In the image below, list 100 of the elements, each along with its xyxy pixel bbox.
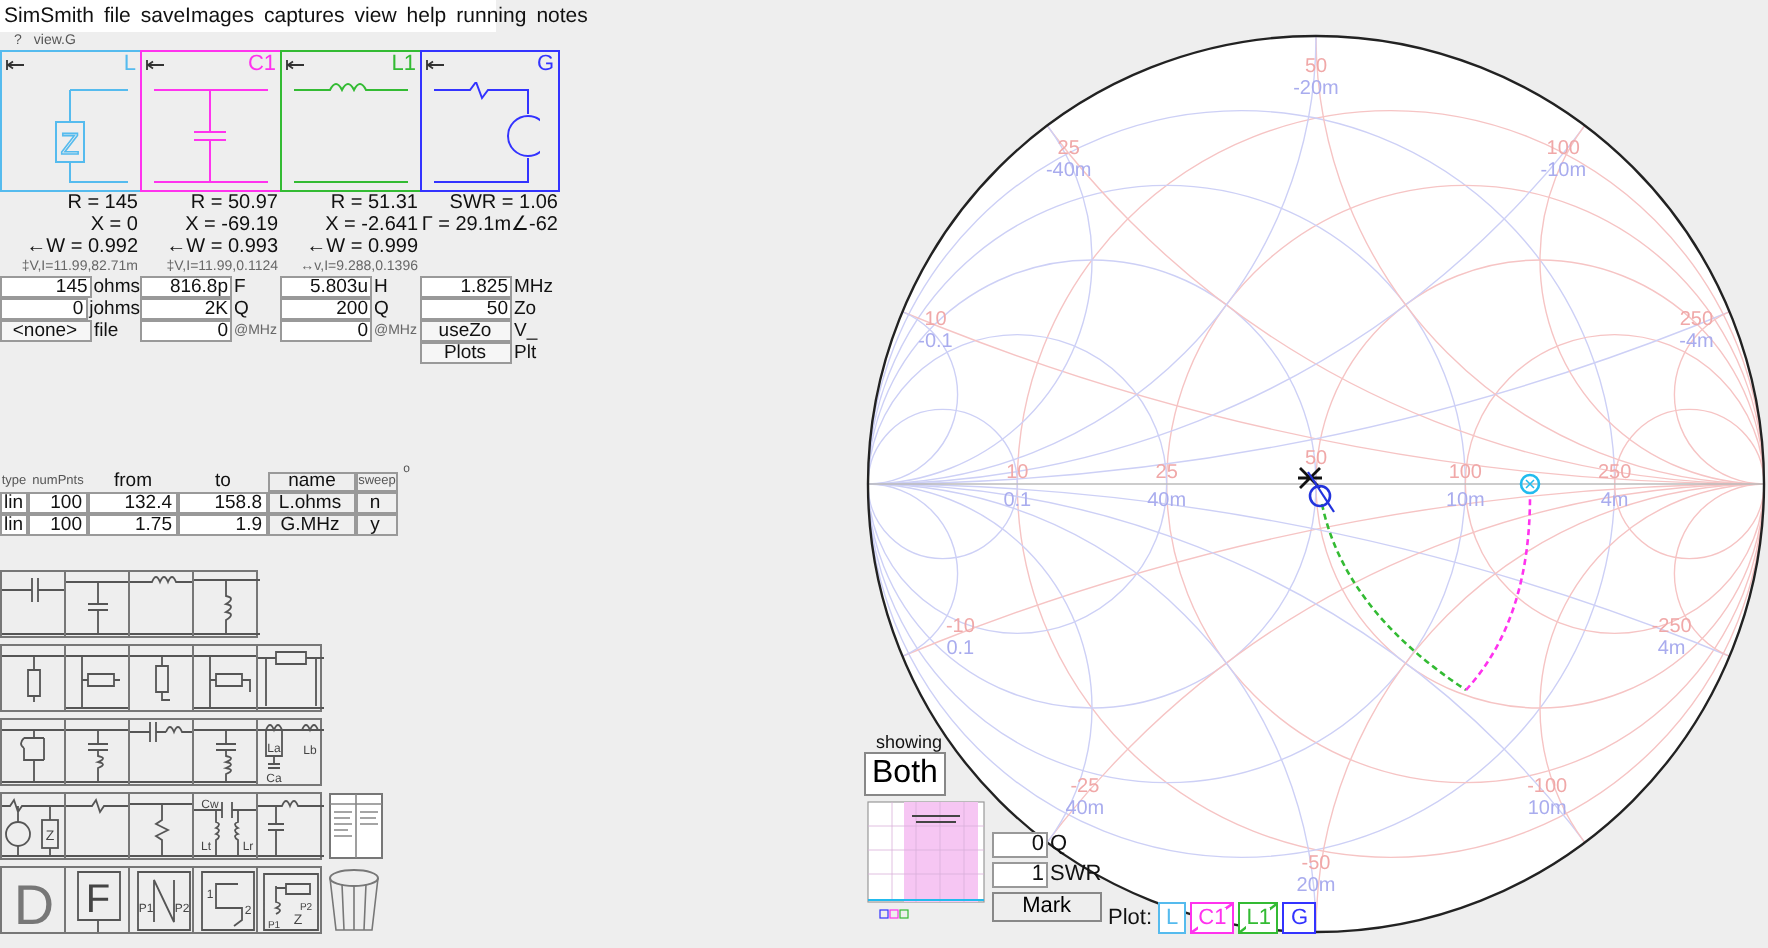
arrow-left-icon[interactable] bbox=[426, 59, 444, 69]
circuit-element-tile[interactable] bbox=[192, 570, 258, 638]
circuit-element-tile[interactable] bbox=[64, 792, 130, 860]
grid-label: -50 bbox=[1301, 853, 1331, 876]
readout-text: X = -69.19 bbox=[185, 214, 278, 236]
input-field[interactable]: 0 bbox=[0, 298, 88, 320]
grid-label: 10 bbox=[924, 309, 947, 332]
input-field[interactable]: 0 bbox=[140, 320, 232, 342]
grid-label: 0.1 bbox=[946, 638, 975, 661]
component-label: L bbox=[123, 52, 136, 76]
grid-label: -10m bbox=[1540, 160, 1587, 183]
grid-label: -25 bbox=[1070, 776, 1100, 799]
input-field[interactable]: 5.803u bbox=[280, 276, 372, 298]
input-field[interactable]: 145 bbox=[0, 276, 92, 298]
input-field[interactable]: 1.9 bbox=[178, 514, 268, 536]
menu-item[interactable]: view bbox=[354, 4, 397, 28]
input-field[interactable]: 1 bbox=[992, 862, 1048, 888]
circuit-element-tile[interactable] bbox=[128, 718, 194, 786]
showing-mode-button[interactable]: Both bbox=[864, 752, 946, 796]
input-field[interactable]: 132.4 bbox=[88, 492, 178, 514]
trash-icon[interactable] bbox=[328, 867, 380, 933]
arrow-left-icon[interactable] bbox=[146, 59, 164, 69]
unit-label: Zo bbox=[512, 298, 537, 320]
readout-text: R = 51.31 bbox=[330, 192, 418, 214]
menu-item[interactable]: captures bbox=[264, 4, 345, 28]
menu-item[interactable]: running bbox=[456, 4, 527, 28]
arrow-left-icon[interactable] bbox=[6, 59, 24, 69]
circuit-element-tile[interactable] bbox=[128, 644, 194, 712]
grid-label: 50 bbox=[1304, 55, 1328, 78]
circuit-element-tile[interactable] bbox=[256, 644, 322, 712]
readout-text: X = 0 bbox=[90, 214, 138, 236]
circuit-element-tile[interactable]: F bbox=[64, 866, 130, 934]
circuit-element-tile[interactable] bbox=[64, 570, 130, 638]
sweep-name-cell[interactable]: L.ohms bbox=[268, 492, 356, 514]
unit-label: ohms bbox=[91, 276, 140, 298]
circuit-element-tile[interactable] bbox=[128, 570, 194, 638]
component-panel[interactable]: G bbox=[420, 50, 560, 192]
circuit-element-tile[interactable] bbox=[64, 718, 130, 786]
input-field[interactable]: 50 bbox=[420, 298, 512, 320]
input-field[interactable]: lin bbox=[0, 514, 28, 536]
grid-label: 100 bbox=[1448, 462, 1482, 484]
column-header: from bbox=[112, 472, 154, 492]
grid-label: 250 bbox=[1598, 462, 1632, 484]
readout-text: Γ = 29.1m∠-62 bbox=[421, 214, 558, 236]
circuit-element-tile[interactable] bbox=[128, 792, 194, 860]
grid-label: 0.1 bbox=[1003, 490, 1032, 512]
circuit-element-tile[interactable] bbox=[192, 718, 258, 786]
mark-button[interactable]: Mark bbox=[992, 892, 1102, 922]
plot-label: Plot: bbox=[1108, 906, 1153, 930]
field-button[interactable]: <none> bbox=[0, 320, 92, 342]
input-field[interactable]: 200 bbox=[280, 298, 372, 320]
input-field[interactable]: 0 bbox=[992, 832, 1048, 858]
cross-marker-icon bbox=[1296, 466, 1324, 490]
circuit-element-tile[interactable] bbox=[64, 644, 130, 712]
menu-item[interactable]: file bbox=[103, 4, 131, 28]
arrow-left-icon[interactable] bbox=[286, 59, 304, 69]
menu-item[interactable]: help bbox=[406, 4, 447, 28]
grid-label: 4m bbox=[1657, 638, 1686, 661]
menu-item[interactable]: saveImages bbox=[140, 4, 254, 28]
field-button[interactable]: useZo bbox=[420, 320, 512, 342]
sweep-name-cell[interactable]: y bbox=[356, 514, 398, 536]
readout-text: R = 50.97 bbox=[190, 192, 278, 214]
menu-item[interactable]: SimSmith bbox=[4, 4, 94, 28]
plot-toggle-button[interactable]: G bbox=[1282, 902, 1317, 934]
grid-label: -4m bbox=[1679, 331, 1714, 354]
input-field[interactable]: 100 bbox=[28, 492, 88, 514]
grid-label: 10 bbox=[1006, 462, 1029, 484]
grid-label: -40m bbox=[1045, 160, 1092, 183]
sweep-name-cell[interactable]: G.MHz bbox=[268, 514, 356, 536]
input-field[interactable]: 158.8 bbox=[178, 492, 268, 514]
input-field[interactable]: 100 bbox=[28, 514, 88, 536]
input-field[interactable]: 2K bbox=[140, 298, 232, 320]
input-field[interactable]: 1.825 bbox=[420, 276, 512, 298]
unit-label: file bbox=[92, 320, 119, 342]
circuit-element-tile[interactable] bbox=[0, 718, 66, 786]
column-header: to bbox=[213, 472, 233, 492]
grid-label: 20m bbox=[1296, 875, 1336, 898]
notes-icon[interactable] bbox=[328, 792, 384, 860]
sweep-name-cell[interactable]: n bbox=[356, 492, 398, 514]
field-button[interactable]: Plots bbox=[420, 342, 512, 364]
circuit-symbol-drawing bbox=[294, 82, 408, 184]
circuit-element-tile[interactable] bbox=[0, 570, 66, 638]
circuit-element-tile[interactable] bbox=[0, 644, 66, 712]
input-field[interactable]: 816.8p bbox=[140, 276, 232, 298]
menu-item[interactable]: notes bbox=[536, 4, 588, 28]
circle-marker-icon bbox=[1307, 471, 1335, 513]
grid-label: 40m bbox=[1147, 490, 1187, 512]
showing-label: showing bbox=[876, 732, 943, 752]
unit-label: Q bbox=[232, 298, 249, 320]
component-label: C1 bbox=[247, 52, 276, 76]
input-field[interactable]: lin bbox=[0, 492, 28, 514]
circuit-element-tile[interactable]: D bbox=[0, 866, 66, 934]
unit-label: johms bbox=[87, 298, 140, 320]
input-field[interactable]: 1.75 bbox=[88, 514, 178, 536]
circuit-element-tile[interactable] bbox=[256, 792, 322, 860]
readout-text: R = 145 bbox=[67, 192, 138, 214]
input-field[interactable]: 0 bbox=[280, 320, 372, 342]
circuit-element-tile[interactable] bbox=[192, 644, 258, 712]
grid-label: 10m bbox=[1445, 490, 1485, 512]
unit-label: F bbox=[232, 276, 246, 298]
